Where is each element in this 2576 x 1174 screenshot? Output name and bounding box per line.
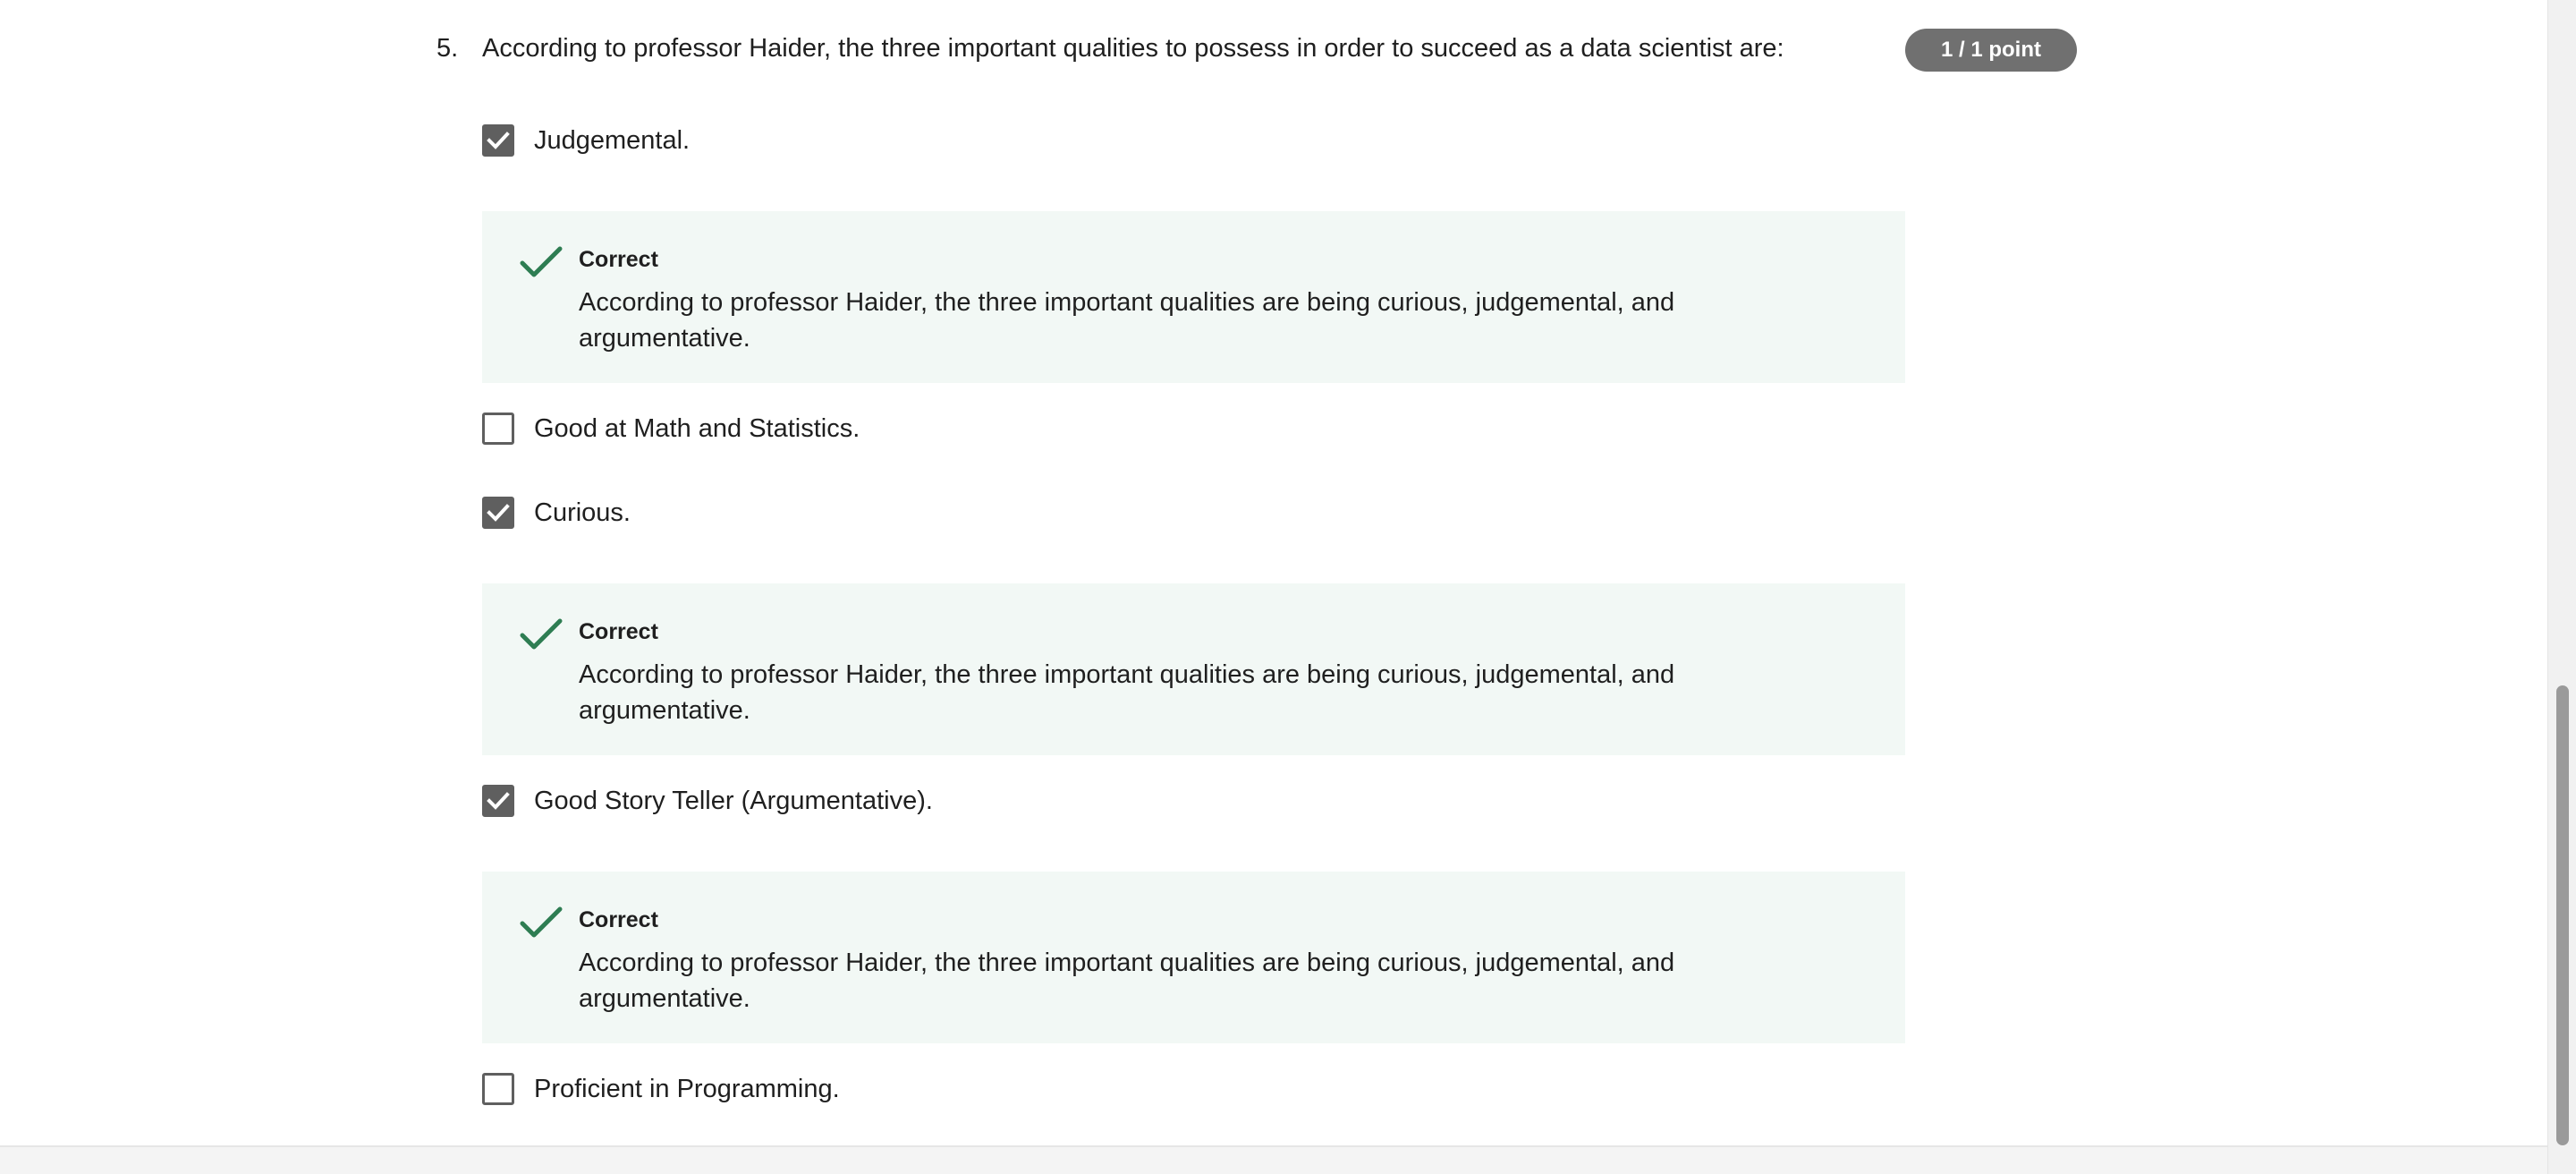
question-text: According to professor Haider, the three… — [482, 34, 1784, 63]
checkbox-unchecked-icon[interactable] — [482, 1073, 514, 1105]
option-programming[interactable]: Proficient in Programming. — [482, 1071, 840, 1107]
feedback-text: According to professor Haider, the three… — [579, 288, 1675, 353]
vertical-scrollbar[interactable] — [2547, 0, 2576, 1174]
feedback-correct: Correct According to professor Haider, t… — [482, 211, 1905, 383]
feedback-text: According to professor Haider, the three… — [579, 949, 1675, 1013]
checkmark-icon — [520, 618, 563, 650]
option-story-teller[interactable]: Good Story Teller (Argumentative). — [482, 783, 933, 819]
scrollbar-thumb[interactable] — [2556, 685, 2569, 1145]
feedback-title: Correct — [579, 619, 658, 644]
feedback-title: Correct — [579, 907, 658, 932]
option-curious[interactable]: Curious. — [482, 495, 631, 531]
checkbox-checked-icon[interactable] — [482, 785, 514, 817]
feedback-title: Correct — [579, 247, 658, 272]
checkbox-unchecked-icon[interactable] — [482, 413, 514, 445]
option-label: Good Story Teller (Argumentative). — [534, 787, 933, 815]
checkbox-checked-icon[interactable] — [482, 124, 514, 157]
option-label: Judgemental. — [534, 126, 691, 155]
option-math-statistics[interactable]: Good at Math and Statistics. — [482, 411, 860, 447]
option-label: Curious. — [534, 498, 631, 527]
feedback-correct: Correct According to professor Haider, t… — [482, 583, 1905, 755]
feedback-correct: Correct According to professor Haider, t… — [482, 872, 1905, 1043]
bottom-bar — [0, 1145, 2547, 1174]
quiz-page: 5. According to professor Haider, the th… — [0, 0, 2576, 1174]
quiz-content: 5. According to professor Haider, the th… — [0, 0, 2547, 1145]
feedback-text: According to professor Haider, the three… — [579, 660, 1675, 725]
question-number: 5. — [436, 34, 459, 63]
checkmark-icon — [520, 906, 563, 938]
score-badge: 1 / 1 point — [1905, 29, 2077, 72]
option-judgemental[interactable]: Judgemental. — [482, 123, 690, 158]
checkbox-checked-icon[interactable] — [482, 497, 514, 529]
option-label: Proficient in Programming. — [534, 1075, 840, 1103]
checkmark-icon — [520, 246, 563, 277]
option-label: Good at Math and Statistics. — [534, 414, 860, 443]
